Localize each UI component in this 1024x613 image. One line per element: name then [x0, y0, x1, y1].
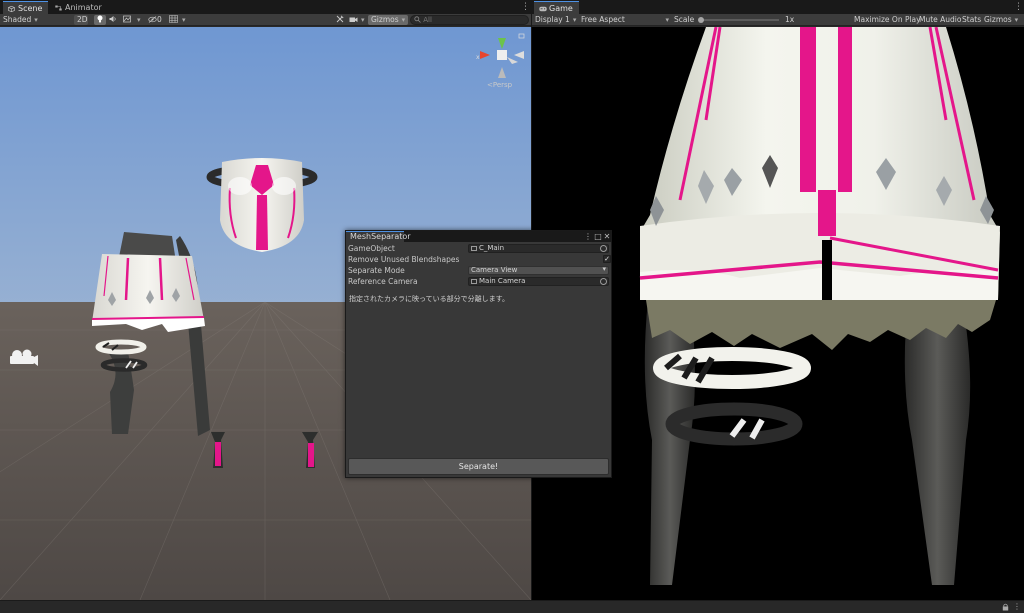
video-camera-icon	[349, 17, 358, 22]
close-icon[interactable]: ✕	[603, 231, 611, 242]
mesh-separator-description: 指定されたカメラに映っている部分で分離します。	[349, 295, 509, 303]
hidden-object-count: 0	[157, 15, 162, 24]
lock-icon[interactable]	[1001, 603, 1009, 611]
mute-audio-toggle[interactable]: Mute Audio	[919, 15, 961, 25]
remove-blendshapes-row: Remove Unused Blendshapes ✓	[346, 254, 611, 265]
tab-animator[interactable]: Animator	[50, 1, 108, 14]
scale-slider-track	[699, 19, 779, 21]
scene-toolbar: Shaded 2D 0 Gizmos All	[0, 14, 531, 26]
game-toolbar: Display 1 Free Aspect ▾ Scale 1x Maximiz…	[532, 14, 1024, 26]
remove-blendshapes-label: Remove Unused Blendshapes	[348, 255, 460, 264]
aspect-dropdown[interactable]: Free Aspect ▾	[581, 15, 669, 25]
status-menu-icon[interactable]: ⋮	[1013, 603, 1021, 611]
game-gizmos-dropdown[interactable]: Gizmos	[984, 15, 1018, 25]
tools-icon	[336, 15, 344, 23]
game-gizmos-label: Gizmos	[984, 15, 1012, 24]
scale-label: Scale	[674, 15, 695, 24]
lighting-toggle[interactable]	[94, 15, 106, 25]
shading-mode-value: Shaded	[3, 15, 32, 24]
gizmos-dropdown[interactable]: Gizmos	[368, 15, 409, 25]
mesh-separator-tabbar: MeshSeparator ⋮ □ ✕	[346, 231, 611, 242]
object-picker-icon[interactable]	[600, 245, 607, 252]
remove-blendshapes-checkbox[interactable]: ✓	[603, 255, 611, 263]
scene-search-input[interactable]: All	[410, 15, 529, 25]
scene-tabbar: Scene Animator ⋮	[0, 0, 531, 14]
separate-mode-row: Separate Mode Camera View	[346, 265, 611, 276]
shading-mode-dropdown[interactable]: Shaded	[3, 15, 38, 25]
chevron-down-icon: ▾	[665, 16, 669, 24]
game-object-icon	[471, 246, 477, 251]
separate-mode-dropdown[interactable]: Camera View	[468, 266, 609, 275]
tools-button[interactable]	[336, 15, 345, 25]
mesh-separator-title[interactable]: MeshSeparator	[346, 231, 411, 242]
scene-search-placeholder: All	[423, 16, 432, 24]
stats-toggle[interactable]: Stats	[962, 15, 981, 25]
camera-settings-dropdown[interactable]	[358, 15, 365, 25]
svg-text:x: x	[476, 54, 480, 61]
lightbulb-icon	[97, 15, 103, 23]
window-menu-icon[interactable]: ⋮	[584, 231, 592, 242]
grid-dropdown[interactable]	[179, 15, 186, 25]
gizmos-label: Gizmos	[371, 15, 399, 24]
persp-label: Persp	[492, 81, 513, 89]
display-value: Display 1	[535, 15, 570, 24]
tab-game-label: Game	[549, 4, 573, 13]
game-object-value: C_Main	[479, 244, 505, 252]
tab-scene-label: Scene	[18, 4, 43, 13]
effects-dropdown[interactable]	[134, 15, 141, 25]
camera-picker-icon[interactable]	[600, 278, 607, 285]
effects-icon	[123, 15, 131, 23]
game-object-row: GameObject C_Main	[346, 243, 611, 254]
grid-icon	[169, 15, 178, 23]
game-tabbar: Game ⋮	[532, 0, 1024, 14]
camera-object-icon	[471, 279, 477, 284]
scene-menu-icon[interactable]: ⋮	[521, 2, 530, 12]
scale-slider-thumb[interactable]	[698, 17, 704, 23]
game-object-label: GameObject	[348, 244, 395, 253]
status-bar: ⋮	[0, 600, 1024, 613]
scale-slider[interactable]	[697, 15, 781, 25]
separate-mode-label: Separate Mode	[348, 266, 405, 275]
scale-value: 1x	[785, 15, 795, 24]
tab-game[interactable]: Game	[534, 1, 579, 14]
audio-toggle[interactable]	[109, 15, 118, 25]
mode-2d-toggle[interactable]: 2D	[74, 15, 88, 25]
maximize-on-play-toggle[interactable]: Maximize On Play	[854, 15, 921, 25]
aspect-value: Free Aspect	[581, 15, 625, 24]
hidden-eye-icon	[148, 16, 157, 23]
animator-icon	[55, 2, 62, 11]
mesh-separator-window[interactable]: MeshSeparator ⋮ □ ✕ GameObject C_Main Re…	[345, 230, 612, 478]
maximize-icon[interactable]: □	[594, 231, 602, 242]
gamepad-icon	[539, 3, 547, 12]
separate-mode-value: Camera View	[471, 266, 518, 274]
tab-animator-label: Animator	[65, 3, 102, 12]
reference-camera-value: Main Camera	[479, 277, 526, 285]
search-icon	[414, 16, 421, 23]
display-dropdown[interactable]: Display 1	[535, 15, 576, 25]
reference-camera-field[interactable]: Main Camera	[468, 277, 609, 286]
view-orientation-label[interactable]: <Persp	[487, 81, 512, 89]
tab-scene[interactable]: Scene	[3, 1, 49, 14]
reference-camera-label: Reference Camera	[348, 277, 418, 286]
scene-visibility-toggle[interactable]: 0	[148, 15, 162, 25]
effects-toggle[interactable]	[123, 15, 132, 25]
reference-camera-row: Reference Camera Main Camera	[346, 276, 611, 287]
separate-button[interactable]: Separate!	[348, 458, 609, 475]
speaker-icon	[109, 16, 116, 22]
scene-icon	[7, 3, 16, 13]
game-object-field[interactable]: C_Main	[468, 244, 609, 253]
grid-toggle[interactable]	[169, 15, 179, 25]
game-menu-icon[interactable]: ⋮	[1014, 2, 1023, 12]
